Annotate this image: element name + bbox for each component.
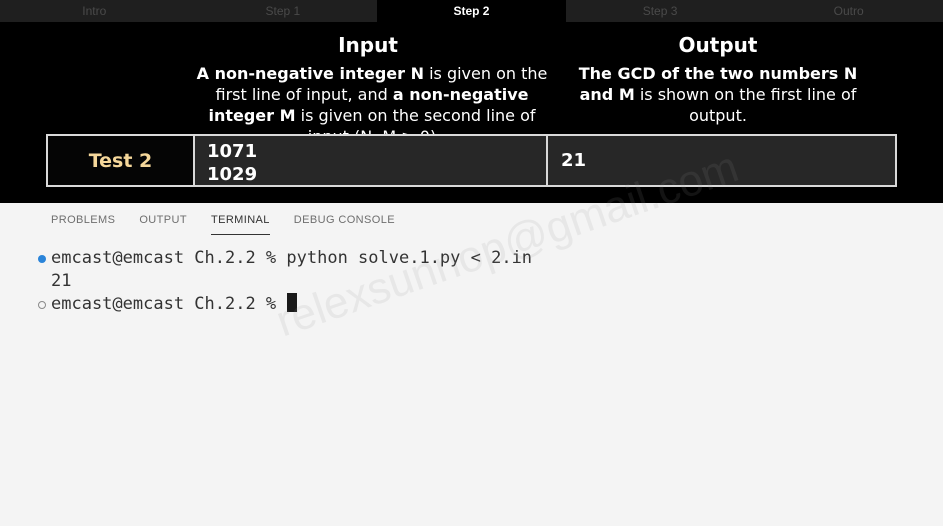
tab-debug-console[interactable]: DEBUG CONSOLE xyxy=(294,212,395,235)
terminal-prompt: emcast@emcast Ch.2.2 % xyxy=(51,248,287,268)
terminal-result: 21 xyxy=(51,271,72,291)
test-input-cell: 1071 1029 xyxy=(195,136,548,185)
terminal-command: python solve.1.py < 2.in xyxy=(286,248,533,268)
terminal-output[interactable]: emcast@emcast Ch.2.2 % python solve.1.py… xyxy=(38,247,918,316)
tab-output[interactable]: OUTPUT xyxy=(139,212,187,235)
tab-terminal[interactable]: TERMINAL xyxy=(210,212,270,235)
test-output-cell: 21 xyxy=(548,136,895,185)
test-label: Test 2 xyxy=(48,136,195,185)
test-case-table: Test 2 1071 1029 21 xyxy=(46,134,897,187)
idle-status-icon xyxy=(38,301,46,309)
step-3[interactable]: Step 3 xyxy=(566,0,755,22)
output-title: Output xyxy=(678,33,758,57)
tab-problems[interactable]: PROBLEMS xyxy=(51,212,115,235)
input-desc-part: A non-negative integer N xyxy=(196,64,424,83)
terminal-active-line[interactable]: emcast@emcast Ch.2.2 % xyxy=(38,293,918,316)
test-input-line: 1071 xyxy=(207,141,258,162)
terminal-cursor xyxy=(287,293,298,312)
input-title: Input xyxy=(338,33,398,57)
step-progress-bar: Intro Step 1 Step 2 Step 3 Outro xyxy=(0,0,943,22)
output-desc-part: is shown on the first line of output. xyxy=(634,85,857,125)
step-1[interactable]: Step 1 xyxy=(189,0,378,22)
success-status-icon xyxy=(38,255,46,263)
step-2[interactable]: Step 2 xyxy=(377,0,566,22)
terminal-result-line: 21 xyxy=(38,270,918,293)
step-intro[interactable]: Intro xyxy=(0,0,189,22)
step-outro[interactable]: Outro xyxy=(754,0,943,22)
problem-panel: Intro Step 1 Step 2 Step 3 Outro Input A… xyxy=(0,0,943,203)
terminal-prompt: emcast@emcast Ch.2.2 % xyxy=(51,294,287,314)
terminal-command-line: emcast@emcast Ch.2.2 % python solve.1.py… xyxy=(38,247,918,270)
output-description: The GCD of the two numbers N and M is sh… xyxy=(572,63,864,126)
test-input-line: 1029 xyxy=(207,164,258,185)
panel-tab-bar: PROBLEMS OUTPUT TERMINAL DEBUG CONSOLE xyxy=(51,212,419,235)
